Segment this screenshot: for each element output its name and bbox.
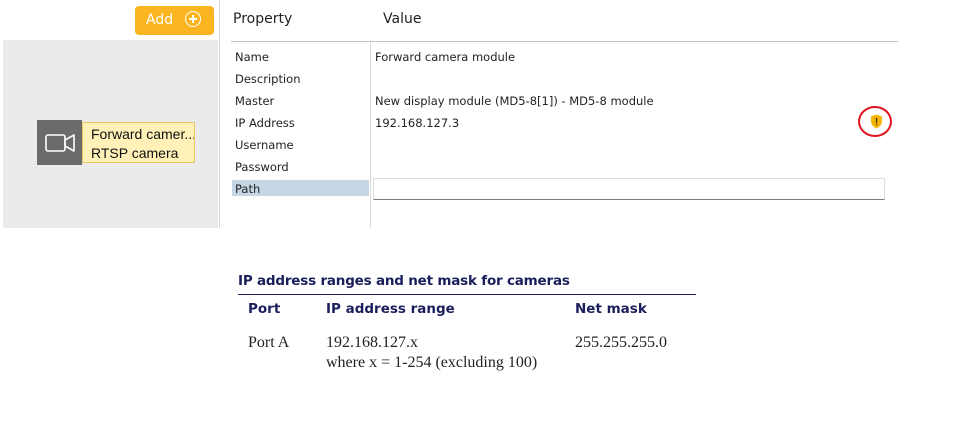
column-divider xyxy=(370,42,371,228)
toolbar: Add xyxy=(0,0,218,40)
ip-table-cell-mask: 255.255.255.0 xyxy=(575,334,667,351)
ip-table-header-range: IP address range xyxy=(326,301,455,317)
value-column-header: Value xyxy=(383,11,422,27)
row-label-description[interactable]: Description xyxy=(235,72,301,86)
path-input[interactable] xyxy=(373,178,885,200)
property-column-header: Property xyxy=(233,11,293,27)
row-label-master[interactable]: Master xyxy=(235,94,274,108)
row-label-name[interactable]: Name xyxy=(235,50,269,64)
header-divider xyxy=(231,41,898,42)
video-camera-icon xyxy=(37,120,82,165)
row-label-path[interactable]: Path xyxy=(235,182,260,196)
ip-table-header-port: Port xyxy=(248,301,281,317)
add-button-label: Add xyxy=(146,12,174,28)
ip-table-cell-port: Port A xyxy=(248,334,290,351)
camera-node-subtitle: RTSP camera xyxy=(91,145,179,161)
camera-node-title: Forward camer... xyxy=(91,126,194,142)
ip-table-rule xyxy=(238,294,696,295)
ip-table-cell-range-line2: where x = 1-254 (excluding 100) xyxy=(326,354,538,371)
row-label-username[interactable]: Username xyxy=(235,138,294,152)
row-label-ip-address[interactable]: IP Address xyxy=(235,116,295,130)
row-value-name[interactable]: Forward camera module xyxy=(375,50,515,64)
left-panel: Add Forward camer... RTSP camera xyxy=(0,0,218,228)
shield-warning-icon[interactable] xyxy=(870,114,883,129)
property-grid: Property Value Name Forward camera modul… xyxy=(220,0,900,230)
row-value-ip-address[interactable]: 192.168.127.3 xyxy=(375,116,459,130)
ip-table-header-mask: Net mask xyxy=(575,301,647,317)
add-button[interactable]: Add xyxy=(135,6,214,35)
ip-table-title: IP address ranges and net mask for camer… xyxy=(238,273,570,289)
camera-node-label: Forward camer... RTSP camera xyxy=(82,122,195,163)
row-label-password[interactable]: Password xyxy=(235,160,289,174)
plus-circle-icon xyxy=(185,11,201,27)
row-value-master[interactable]: New display module (MD5-8[1]) - MD5-8 mo… xyxy=(375,94,654,108)
ip-table-cell-range: 192.168.127.x where x = 1-254 (excluding… xyxy=(326,333,537,373)
ip-table-cell-range-line1: 192.168.127.x xyxy=(326,334,418,351)
camera-node[interactable]: Forward camer... RTSP camera xyxy=(37,120,197,165)
